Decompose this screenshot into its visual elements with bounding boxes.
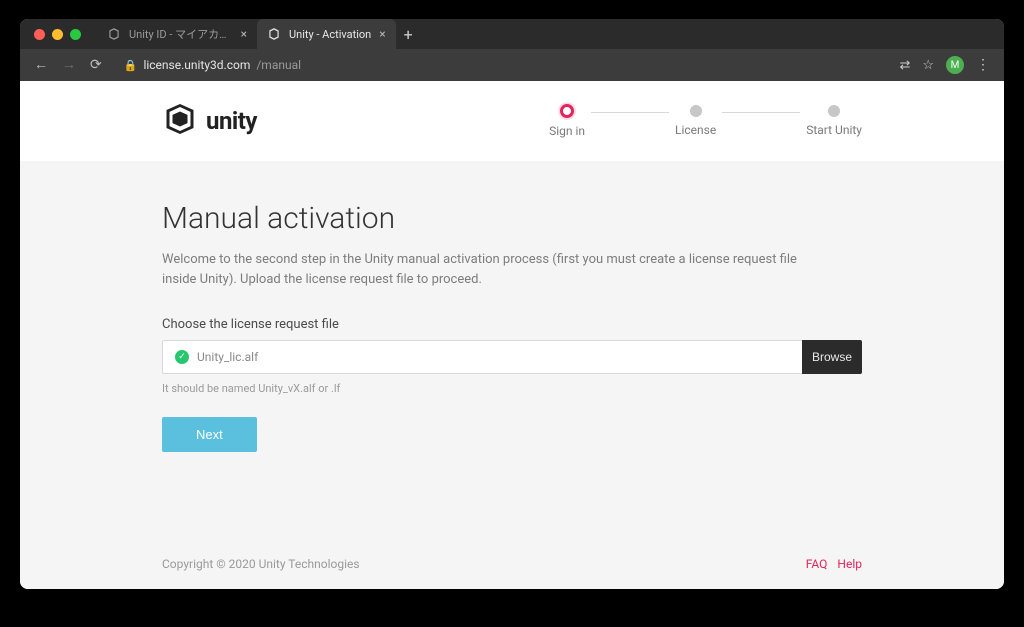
maximize-window-button[interactable]	[70, 29, 81, 40]
next-button[interactable]: Next	[162, 417, 257, 452]
tab-label: Unity ID - マイアカウント設定	[129, 26, 233, 42]
step-start-unity: Start Unity	[806, 105, 862, 137]
browser-tab-inactive[interactable]: Unity ID - マイアカウント設定 ×	[97, 19, 257, 49]
unity-favicon-icon	[107, 27, 121, 41]
close-tab-icon[interactable]: ×	[379, 28, 385, 40]
step-dot-icon	[560, 104, 574, 118]
browser-toolbar: ← → ⟳ 🔒 license.unity3d.com/manual ⇄ ☆ M…	[20, 49, 1004, 81]
step-sign-in: Sign in	[549, 104, 585, 138]
browser-tabs: Unity ID - マイアカウント設定 × Unity - Activatio…	[97, 19, 421, 49]
tab-label: Unity - Activation	[289, 28, 371, 41]
reload-button[interactable]: ⟳	[90, 58, 102, 72]
url-path: /manual	[256, 58, 301, 72]
lock-icon: 🔒	[124, 59, 138, 72]
window-controls	[28, 29, 93, 40]
step-connector	[591, 112, 669, 113]
close-window-button[interactable]	[34, 29, 45, 40]
bookmark-star-icon[interactable]: ☆	[922, 58, 934, 73]
new-tab-button[interactable]: +	[396, 19, 421, 49]
file-upload-row: ✓ Unity_lic.alf Browse	[162, 340, 862, 374]
browse-button[interactable]: Browse	[802, 340, 862, 374]
browser-window: Unity ID - マイアカウント設定 × Unity - Activatio…	[20, 19, 1004, 589]
profile-avatar[interactable]: M	[946, 56, 964, 74]
progress-stepper: Sign in License Start Unity	[549, 104, 862, 138]
browser-tab-active[interactable]: Unity - Activation ×	[257, 19, 396, 49]
toolbar-right: ⇄ ☆ M ⋮	[899, 56, 996, 74]
page-title: Manual activation	[162, 201, 862, 236]
title-bar: Unity ID - マイアカウント設定 × Unity - Activatio…	[20, 19, 1004, 49]
nav-controls: ← → ⟳	[28, 58, 108, 72]
page-description: Welcome to the second step in the Unity …	[162, 250, 802, 289]
minimize-window-button[interactable]	[52, 29, 63, 40]
unity-logo-icon	[162, 101, 198, 141]
page-viewport: unity Sign in License Start Un	[20, 81, 1004, 589]
forward-button[interactable]: →	[62, 58, 76, 72]
file-name: Unity_lic.alf	[197, 350, 258, 364]
help-link[interactable]: Help	[837, 557, 862, 571]
step-dot-icon	[690, 105, 702, 117]
check-circle-icon: ✓	[175, 350, 189, 364]
close-tab-icon[interactable]: ×	[241, 28, 247, 40]
file-hint: It should be named Unity_vX.alf or .lf	[162, 382, 862, 395]
back-button[interactable]: ←	[34, 58, 48, 72]
step-label: Sign in	[549, 124, 585, 138]
file-field-label: Choose the license request file	[162, 317, 862, 332]
copyright-text: Copyright © 2020 Unity Technologies	[162, 557, 360, 571]
unity-logo[interactable]: unity	[162, 101, 257, 141]
unity-logo-text: unity	[206, 107, 257, 135]
page-header: unity Sign in License Start Un	[20, 81, 1004, 161]
url-host: license.unity3d.com	[143, 58, 250, 72]
step-dot-icon	[828, 105, 840, 117]
page-footer: Copyright © 2020 Unity Technologies FAQ …	[20, 539, 1004, 589]
main-content: Manual activation Welcome to the second …	[20, 161, 1004, 539]
step-license: License	[675, 105, 716, 137]
file-input[interactable]: ✓ Unity_lic.alf	[162, 340, 802, 374]
step-label: Start Unity	[806, 123, 862, 137]
step-connector	[722, 112, 800, 113]
step-label: License	[675, 123, 716, 137]
faq-link[interactable]: FAQ	[806, 557, 828, 571]
translate-icon[interactable]: ⇄	[899, 58, 910, 73]
browser-menu-icon[interactable]: ⋮	[976, 58, 990, 72]
footer-links: FAQ Help	[806, 557, 862, 571]
address-bar[interactable]: 🔒 license.unity3d.com/manual	[118, 58, 890, 72]
unity-favicon-icon	[267, 27, 281, 41]
